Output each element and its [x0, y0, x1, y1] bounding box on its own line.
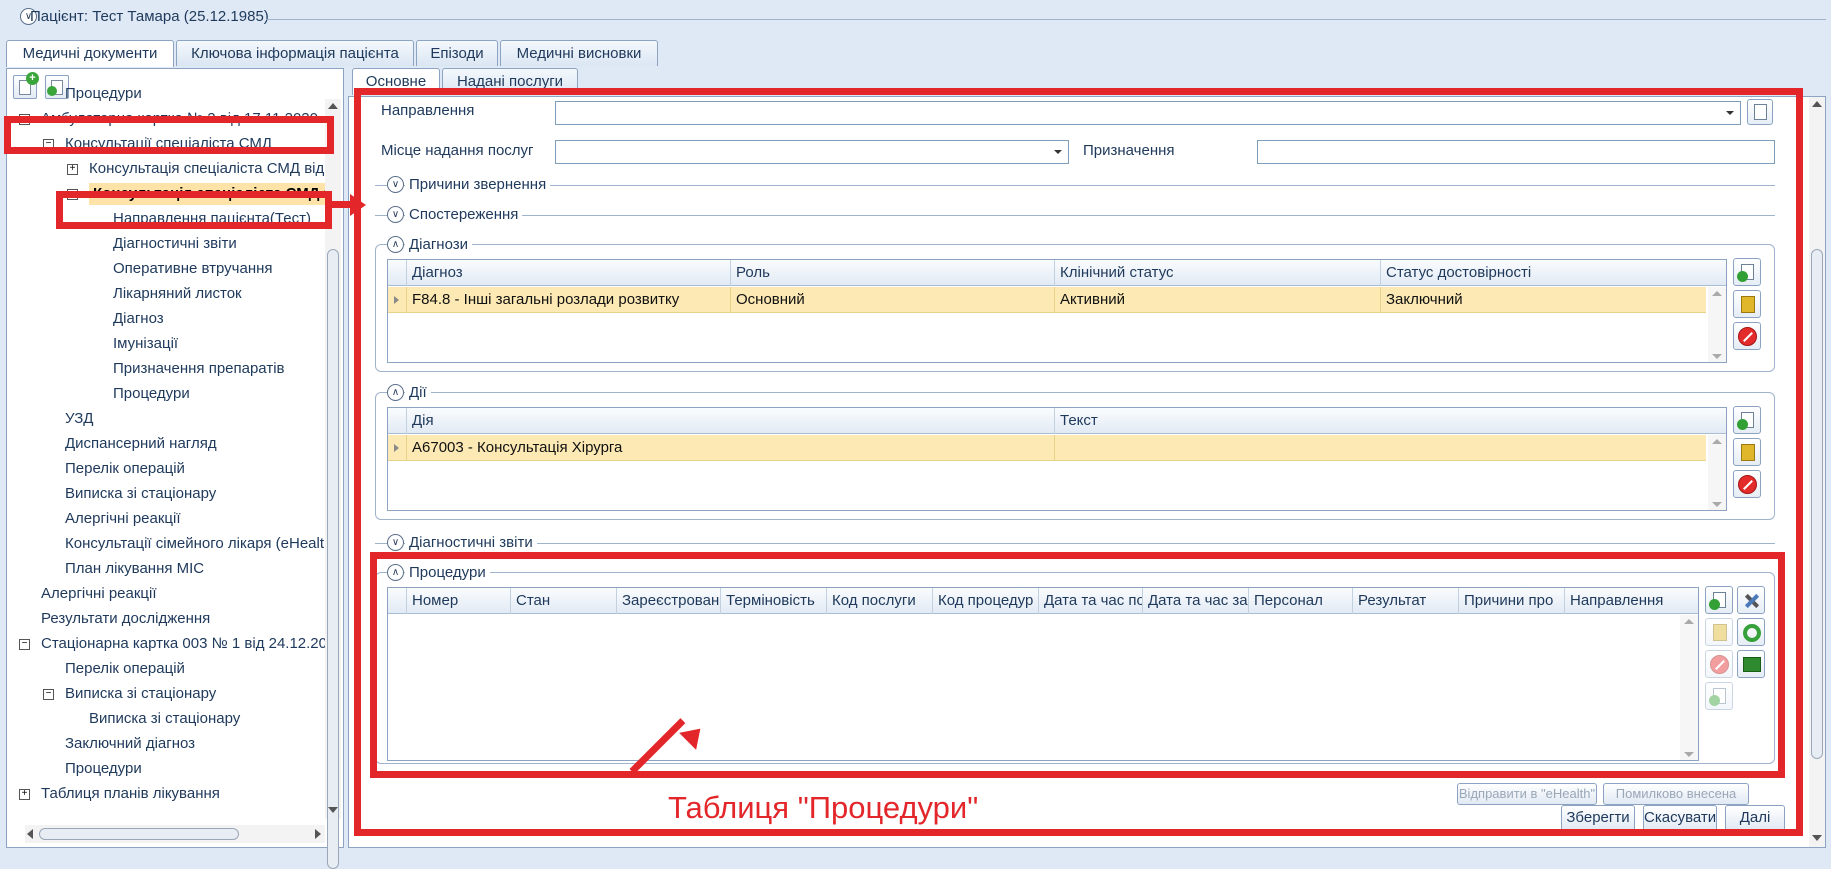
- expand-icon[interactable]: +: [19, 789, 30, 800]
- annotation-caption: Таблиця "Процедури": [668, 790, 979, 825]
- tree-item-label: Призначення препаратів: [113, 360, 285, 377]
- scroll-down-icon[interactable]: [328, 807, 338, 813]
- tree-item[interactable]: Таблиця планів лікування: [41, 783, 341, 805]
- expand-icon[interactable]: +: [67, 164, 78, 175]
- tree-item-label: Консультація спеціаліста СМД від: [89, 160, 325, 177]
- tab-medical-conclusions[interactable]: Медичні висновки: [500, 40, 658, 66]
- annotation-arrow-shaft: [332, 201, 352, 208]
- tree-item[interactable]: Лікарняний листок: [113, 283, 341, 305]
- tree-hscroll-thumb[interactable]: [39, 828, 239, 840]
- tab-episodes[interactable]: Епізоди: [416, 40, 498, 66]
- tree-item[interactable]: Діагностичні звіти: [113, 233, 341, 255]
- document-tree-panel: + Процедури Амбулаторна картка № 2 від 17…: [6, 68, 344, 869]
- tree-item[interactable]: Процедури: [65, 83, 341, 105]
- tree-item[interactable]: Діагноз: [113, 308, 341, 330]
- tree-item[interactable]: План лікування МІС: [65, 558, 341, 580]
- tree-item-label: План лікування МІС: [65, 560, 205, 577]
- tree-item[interactable]: Заключний діагноз: [65, 733, 341, 755]
- tree-item[interactable]: Консультації сімейного лікаря (eHealth): [65, 533, 341, 555]
- scroll-up-icon[interactable]: [1812, 101, 1822, 107]
- tab-medical-documents[interactable]: Медичні документи: [6, 40, 174, 67]
- form-scroll-thumb[interactable]: [1811, 249, 1823, 759]
- tree-item[interactable]: Перелік операцій: [65, 658, 341, 680]
- scroll-left-icon[interactable]: [27, 829, 33, 839]
- add-document-button[interactable]: +: [13, 72, 39, 99]
- tree-item-label: Процедури: [113, 385, 190, 402]
- tree-item-label: Стаціонарна картка 003 № 1 від 24.12.202…: [41, 635, 341, 652]
- tree-item-label: Перелік операцій: [65, 660, 185, 677]
- tree-item-label: Алергічні реакції: [41, 585, 157, 602]
- tree-item-label: Процедури: [65, 85, 142, 102]
- tree-item[interactable]: Результати дослідження: [41, 608, 341, 630]
- tree-item[interactable]: Призначення препаратів: [113, 358, 341, 380]
- form-vertical-scrollbar[interactable]: [1809, 97, 1825, 847]
- tree-item-label: Алергічні реакції: [65, 510, 181, 527]
- tab-key-patient-info[interactable]: Ключова інформація пацієнта: [176, 40, 414, 66]
- arrow-icon: [47, 86, 57, 96]
- tree-item-label: Консультації сімейного лікаря (eHealth): [65, 535, 338, 552]
- tree-item-label: Виписка зі стаціонару: [89, 710, 241, 727]
- patient-header: ∨ Пацієнт: Тест Тамара (25.12.1985): [6, 6, 1826, 32]
- tree-item-label: Оперативне втручання: [113, 260, 273, 277]
- tree-item-label: Таблиця планів лікування: [41, 785, 220, 802]
- tree-item-label: Імунізації: [113, 335, 179, 352]
- tree-item[interactable]: Імунізації: [113, 333, 341, 355]
- tree-item-label: Заключний діагноз: [65, 735, 196, 752]
- tree-scroll-thumb[interactable]: [327, 249, 339, 869]
- tree-item-label: УЗД: [65, 410, 94, 427]
- tree-item[interactable]: Процедури: [113, 383, 341, 405]
- collapse-icon[interactable]: −: [43, 689, 54, 700]
- tree-item-label: Діагноз: [113, 310, 164, 327]
- tree-item[interactable]: Перелік операцій: [65, 458, 341, 480]
- tree-horizontal-scrollbar[interactable]: [25, 825, 325, 843]
- tree-item[interactable]: Алергічні реакції: [65, 508, 341, 530]
- tree-item-label: Перелік операцій: [65, 460, 185, 477]
- highlight-ambulatory-card: [4, 116, 334, 154]
- tree-item[interactable]: Алергічні реакції: [41, 583, 341, 605]
- tree-item-label: Результати дослідження: [41, 610, 211, 627]
- tree-item[interactable]: УЗД: [65, 408, 341, 430]
- plus-icon: +: [26, 72, 39, 85]
- tree-item[interactable]: Диспансерний нагляд: [65, 433, 341, 455]
- patient-title: Пацієнт: Тест Тамара (25.12.1985): [30, 8, 269, 25]
- highlight-consultation: [56, 191, 332, 229]
- tree-item-label: Виписка зі стаціонару: [65, 485, 217, 502]
- tree-item[interactable]: Виписка зі стаціонару: [65, 683, 341, 705]
- scroll-right-icon[interactable]: [315, 829, 321, 839]
- tree-item[interactable]: Виписка зі стаціонару: [65, 483, 341, 505]
- tree-item-label: Лікарняний листок: [113, 285, 242, 302]
- tree-item[interactable]: Виписка зі стаціонару: [89, 708, 341, 730]
- tree-item[interactable]: Стаціонарна картка 003 № 1 від 24.12.202…: [41, 633, 341, 655]
- tree-item[interactable]: Консультація спеціаліста СМД від: [89, 158, 341, 180]
- tree-item[interactable]: Процедури: [65, 758, 341, 780]
- highlight-procedures-table: [370, 552, 1785, 778]
- tree-item-label: Диспансерний нагляд: [65, 435, 217, 452]
- scroll-down-icon[interactable]: [1812, 835, 1822, 841]
- scroll-up-icon[interactable]: [328, 103, 338, 109]
- tree-item-label: Діагностичні звіти: [113, 235, 237, 252]
- tree-item-label: Виписка зі стаціонару: [65, 685, 217, 702]
- collapse-icon[interactable]: −: [19, 639, 30, 650]
- tree-item[interactable]: Оперативне втручання: [113, 258, 341, 280]
- tree-item-label: Процедури: [65, 760, 142, 777]
